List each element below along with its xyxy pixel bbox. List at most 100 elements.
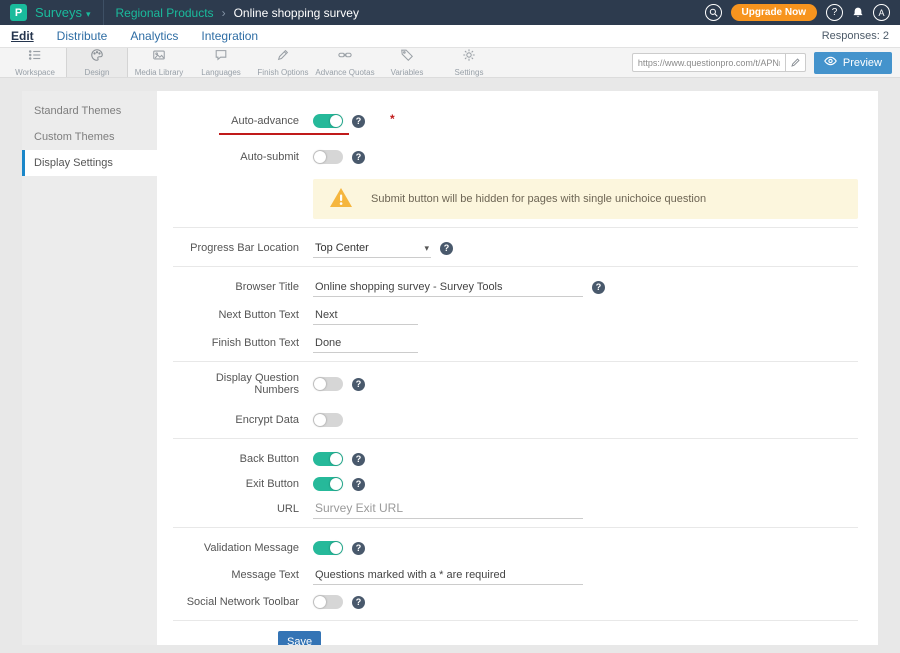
toolbar-item-languages[interactable]: Languages [190,48,252,77]
toggle-knob [314,378,326,390]
back-button-toggle[interactable] [313,452,343,466]
setting-row-display-question-numbers: Display Question Numbers [173,372,858,396]
content-area: Standard Themes Custom Themes Display Se… [0,78,900,653]
toolbar-item-label: Settings [455,68,484,77]
help-icon[interactable] [352,478,365,491]
pencil-icon [276,48,290,67]
sidebar-item-custom-themes[interactable]: Custom Themes [22,124,157,150]
eye-icon [824,56,837,69]
exit-button-toggle[interactable] [313,477,343,491]
toolbar-item-label: Design [85,68,110,77]
questionpro-logo[interactable]: P [10,4,27,21]
display-question-numbers-label: Display Question Numbers [173,372,313,396]
setting-row-social-network-toolbar: Social Network Toolbar [173,592,858,612]
setting-row-validation-message: Validation Message [173,538,858,558]
preview-button-label: Preview [843,57,882,69]
save-row: Save [173,631,858,645]
auto-advance-toggle[interactable] [313,114,343,128]
toolbar-item-label: Advance Quotas [315,68,374,77]
display-question-numbers-toggle[interactable] [313,377,343,391]
sidebar-item-display-settings[interactable]: Display Settings [22,150,157,176]
design-palette-icon [90,48,104,67]
social-network-toolbar-toggle[interactable] [313,595,343,609]
annotation-underline [219,133,349,135]
setting-row-message-text: Message Text [173,565,858,585]
warning-row: Submit button will be hidden for pages w… [173,179,858,219]
toolbar-item-settings[interactable]: Settings [438,48,500,77]
auto-submit-label: Auto-submit [173,151,313,163]
breadcrumb-parent-link[interactable]: Regional Products [116,6,214,20]
validation-message-toggle[interactable] [313,541,343,555]
toolbar-item-finish-options[interactable]: Finish Options [252,48,314,77]
toolbar-item-label: Languages [201,68,241,77]
help-icon[interactable] [352,453,365,466]
toolbar-item-variables[interactable]: Variables [376,48,438,77]
responses-count[interactable]: Responses: 2 [822,30,889,42]
exit-url-label: URL [173,503,313,515]
edit-url-pencil-icon[interactable] [785,54,805,71]
help-icon[interactable] [592,281,605,294]
annotation-asterisk [390,112,395,126]
next-button-text-input[interactable] [313,306,418,325]
encrypt-data-label: Encrypt Data [173,414,313,426]
help-icon[interactable] [826,4,843,21]
help-icon[interactable] [352,542,365,555]
survey-url-box [632,53,806,72]
toggle-knob [314,151,326,163]
section-divider [173,438,858,439]
gear-icon [462,48,476,67]
setting-row-exit-button: Exit Button [173,474,858,494]
section-divider [173,527,858,528]
exit-url-input[interactable] [313,500,583,519]
topbar-actions: Upgrade Now A [705,4,890,21]
toolbar-item-workspace[interactable]: Workspace [4,48,66,77]
toolbar-item-advance-quotas[interactable]: Advance Quotas [314,48,376,77]
surveys-menu[interactable]: Surveys [35,5,91,20]
tab-analytics[interactable]: Analytics [130,29,178,43]
chevron-down-icon [424,242,429,254]
help-icon[interactable] [352,378,365,391]
help-icon[interactable] [352,151,365,164]
survey-url-input[interactable] [633,58,785,68]
link-icon [338,48,352,67]
chat-bubble-icon [214,48,228,67]
toggle-knob [330,542,342,554]
setting-row-exit-url: URL [173,499,858,519]
tab-edit[interactable]: Edit [11,29,34,43]
finish-button-text-label: Finish Button Text [173,337,313,349]
auto-submit-toggle[interactable] [313,150,343,164]
exit-button-label: Exit Button [173,478,313,490]
toolbar-item-design[interactable]: Design [66,48,128,77]
back-button-label: Back Button [173,453,313,465]
search-icon[interactable] [705,4,722,21]
breadcrumb: Regional Products › Online shopping surv… [116,6,359,20]
help-icon[interactable] [352,115,365,128]
preview-button[interactable]: Preview [814,52,892,74]
save-button[interactable]: Save [278,631,321,645]
avatar[interactable]: A [873,4,890,21]
tab-integration[interactable]: Integration [201,29,258,43]
help-icon[interactable] [440,242,453,255]
upgrade-now-button[interactable]: Upgrade Now [731,4,817,21]
browser-title-input[interactable] [313,278,583,297]
notifications-bell-icon[interactable] [852,6,864,19]
message-text-label: Message Text [173,569,313,581]
toolbar-item-media-library[interactable]: Media Library [128,48,190,77]
sidebar-item-standard-themes[interactable]: Standard Themes [22,98,157,124]
setting-row-auto-advance: Auto-advance [173,111,858,131]
warning-text: Submit button will be hidden for pages w… [371,193,706,205]
top-navigation-bar: P Surveys Regional Products › Online sho… [0,0,900,25]
help-icon[interactable] [352,596,365,609]
message-text-input[interactable] [313,566,583,585]
topbar-divider [103,0,104,25]
breadcrumb-separator: › [222,6,226,20]
progress-bar-location-select[interactable]: Top Center [313,239,431,258]
tab-distribute[interactable]: Distribute [57,29,108,43]
surveys-menu-label: Surveys [35,5,82,20]
encrypt-data-toggle[interactable] [313,413,343,427]
warning-icon [329,187,353,211]
display-settings-panel: Auto-advance Auto-submit Submit [157,91,878,645]
progress-bar-location-label: Progress Bar Location [173,242,313,254]
finish-button-text-input[interactable] [313,334,418,353]
workspace-icon [28,48,42,67]
